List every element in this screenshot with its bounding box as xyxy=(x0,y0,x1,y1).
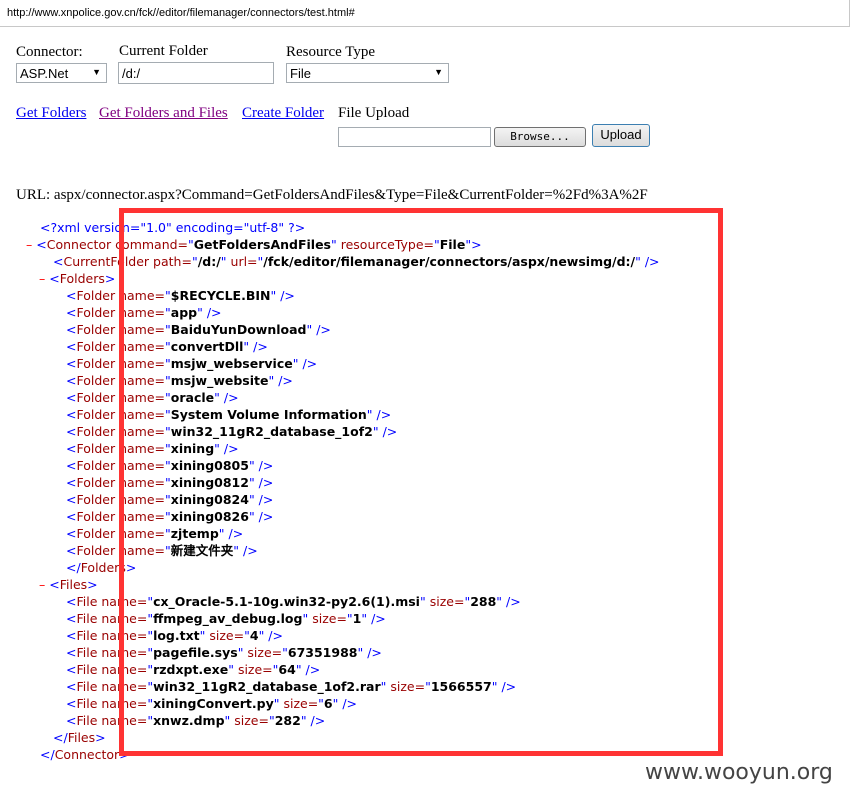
connector-label: Connector: xyxy=(16,44,83,60)
current-folder-label: Current Folder xyxy=(119,43,208,59)
dropdown-arrow-icon: ▼ xyxy=(434,67,443,77)
dropdown-arrow-icon: ▼ xyxy=(92,67,101,77)
get-folders-and-files-link[interactable]: Get Folders and Files xyxy=(99,105,228,122)
resource-type-select[interactable]: File ▼ xyxy=(286,63,449,83)
get-folders-link[interactable]: Get Folders xyxy=(16,105,86,122)
xml-folders-open: – <Folders> xyxy=(39,271,116,286)
create-folder-link[interactable]: Create Folder xyxy=(242,105,324,122)
resource-type-select-value: File xyxy=(290,66,311,81)
resource-type-label: Resource Type xyxy=(286,44,376,60)
collapse-toggle[interactable]: – xyxy=(39,577,49,592)
connector-select-value: ASP.Net xyxy=(20,66,69,81)
collapse-toggle[interactable]: – xyxy=(39,271,49,286)
connector-select[interactable]: ASP.Net ▼ xyxy=(16,63,107,83)
xml-files-close: </Files> xyxy=(53,730,106,745)
browse-button[interactable]: Browse... xyxy=(494,127,586,147)
address-url: http://www.xnpolice.gov.cn/fck//editor/f… xyxy=(7,7,355,19)
current-folder-input-value: /d:/ xyxy=(122,66,141,81)
watermark: www.wooyun.org xyxy=(645,760,833,785)
highlight-box xyxy=(119,208,723,756)
xml-connector-close: </Connector> xyxy=(40,747,130,762)
collapse-toggle[interactable]: – xyxy=(26,237,36,252)
upload-button[interactable]: Upload xyxy=(592,124,650,147)
address-bar[interactable]: http://www.xnpolice.gov.cn/fck//editor/f… xyxy=(0,0,850,27)
xml-files-open: – <Files> xyxy=(39,577,98,592)
file-upload-label: File Upload xyxy=(338,105,410,121)
file-upload-path-input[interactable] xyxy=(338,127,491,147)
request-url-text: URL: aspx/connector.aspx?Command=GetFold… xyxy=(16,187,648,203)
current-folder-input[interactable]: /d:/ xyxy=(118,62,274,84)
